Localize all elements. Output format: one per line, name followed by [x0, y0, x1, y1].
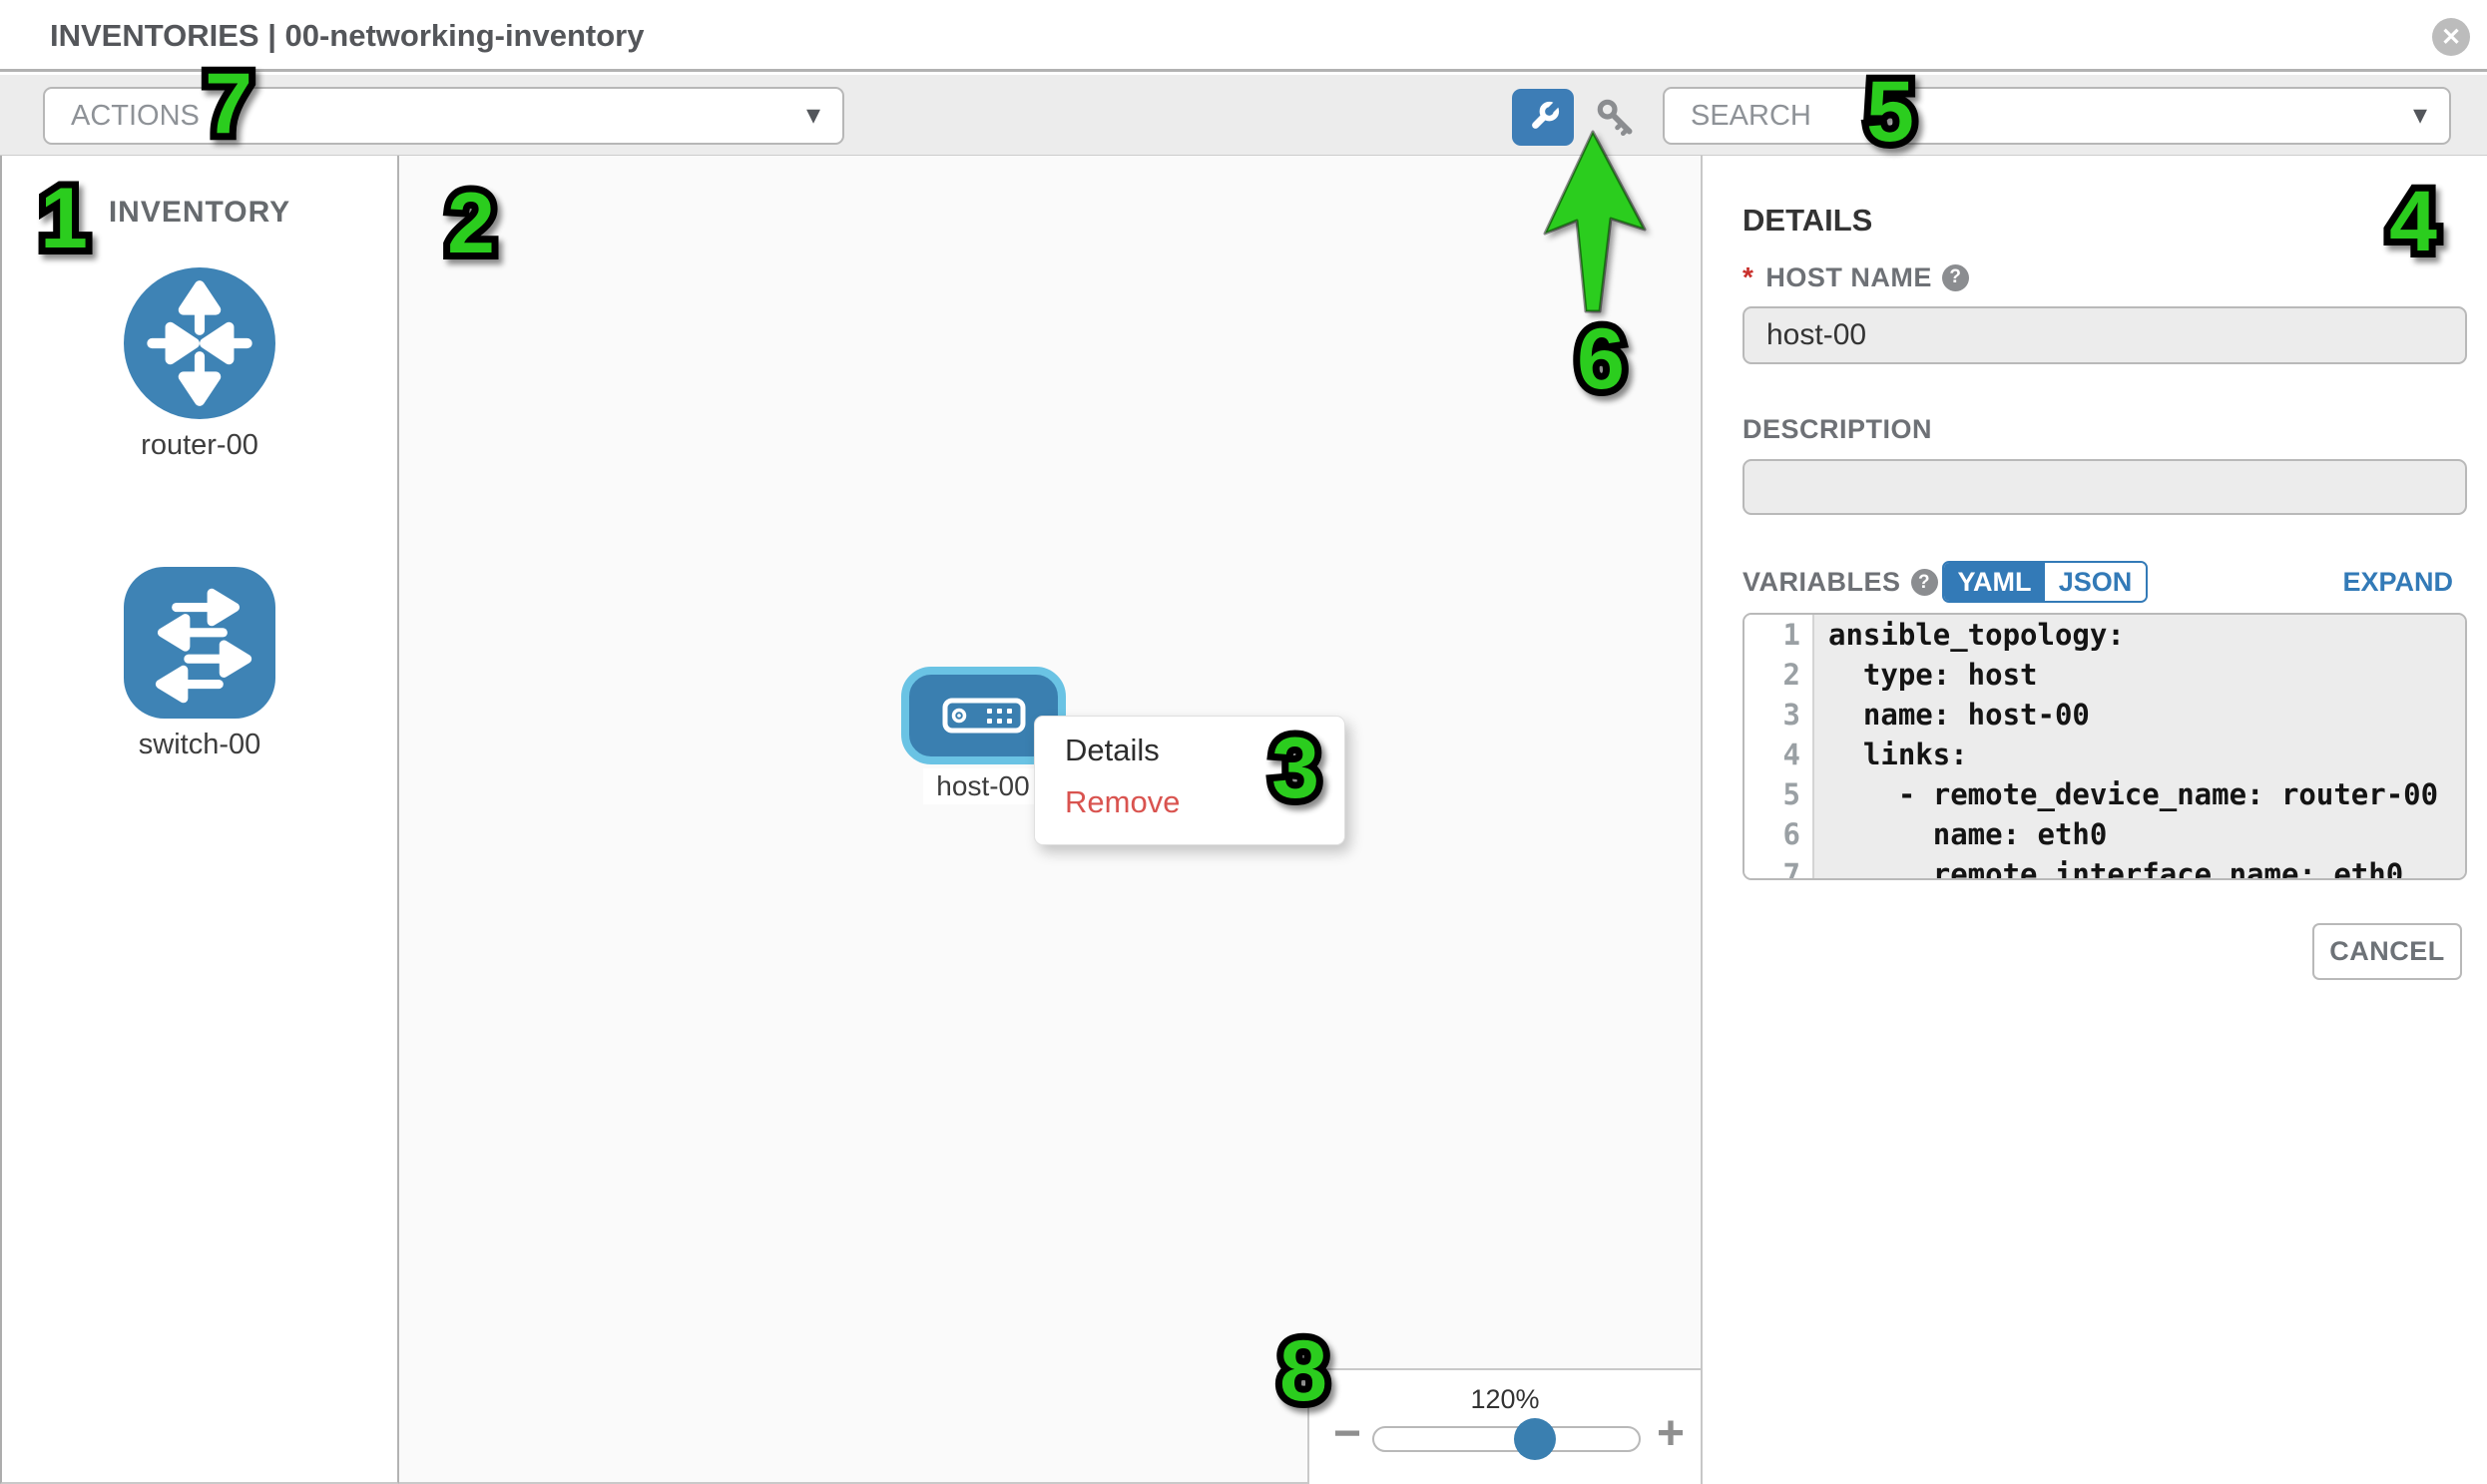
editor-line: 3 name: host-00: [1744, 695, 2465, 735]
line-code: remote_interface_name: eth0: [1814, 854, 2465, 880]
line-code: ansible_topology:: [1814, 615, 2465, 655]
inventory-item-label: router-00: [141, 429, 258, 462]
zoom-in-button[interactable]: +: [1657, 1410, 1685, 1458]
host-name-label: * HOST NAME ?: [1742, 261, 1969, 293]
page-title: INVENTORIES | 00-networking-inventory: [50, 18, 644, 54]
line-code: type: host: [1814, 655, 2465, 695]
inventory-item-switch[interactable]: switch-00: [2, 567, 397, 761]
inventory-item-label: switch-00: [139, 729, 261, 761]
zoom-control: 120% − +: [1307, 1368, 1701, 1484]
host-name-label-text: HOST NAME: [1765, 262, 1932, 293]
inventory-topology-page: INVENTORIES | 00-networking-inventory ✕ …: [0, 0, 2487, 1484]
toolbar: ACTIONS ▾ SEARCH: [0, 75, 2487, 156]
host-node-label: host-00: [923, 768, 1043, 804]
zoom-out-button[interactable]: −: [1333, 1410, 1361, 1458]
inventory-item-router[interactable]: router-00: [2, 267, 397, 462]
editor-line: 7 remote_interface_name: eth0: [1744, 854, 2465, 880]
variables-format-toggle: YAML JSON: [1942, 561, 2148, 603]
context-menu-item-details[interactable]: Details: [1035, 725, 1344, 776]
switch-icon: [124, 567, 275, 719]
chevron-down-icon: ▾: [806, 98, 820, 131]
tab-yaml[interactable]: YAML: [1944, 563, 2045, 601]
description-label: DESCRIPTION: [1742, 414, 1932, 445]
inventory-sidebar: INVENTORY router-00: [0, 156, 399, 1484]
actions-dropdown-label: ACTIONS: [71, 100, 200, 133]
editor-line: 4 links:: [1744, 735, 2465, 774]
router-icon: [124, 267, 275, 419]
key-button[interactable]: [1593, 95, 1639, 141]
line-number: 4: [1744, 735, 1814, 774]
editor-line: 6 name: eth0: [1744, 814, 2465, 854]
wrench-icon: [1523, 98, 1563, 138]
cancel-button[interactable]: CANCEL: [2312, 923, 2462, 980]
required-asterisk: *: [1742, 261, 1753, 293]
line-number: 3: [1744, 695, 1814, 735]
editor-line: 5 - remote_device_name: router-00: [1744, 774, 2465, 814]
context-menu-item-remove[interactable]: Remove: [1035, 776, 1344, 828]
search-dropdown-label: SEARCH: [1691, 100, 1811, 133]
editor-line: 1 ansible_topology:: [1744, 615, 2465, 655]
zoom-slider-thumb[interactable]: [1514, 1418, 1556, 1460]
variables-label-text: VARIABLES: [1742, 567, 1901, 598]
host-name-input[interactable]: [1742, 306, 2467, 364]
host-icon: [942, 698, 1026, 734]
inventory-title: INVENTORY: [2, 196, 397, 230]
variables-row: VARIABLES ? YAML JSON EXPAND: [1703, 561, 2487, 605]
search-dropdown[interactable]: SEARCH ▾: [1663, 87, 2451, 145]
configure-button[interactable]: [1512, 89, 1574, 146]
help-icon[interactable]: ?: [1942, 264, 1969, 291]
key-icon: [1593, 95, 1639, 141]
editor-line: 2 type: host: [1744, 655, 2465, 695]
tab-json[interactable]: JSON: [2045, 563, 2146, 601]
line-code: - remote_device_name: router-00: [1814, 774, 2465, 814]
zoom-level: 120%: [1309, 1384, 1701, 1415]
description-input[interactable]: [1742, 459, 2467, 515]
line-number: 6: [1744, 814, 1814, 854]
line-number: 1: [1744, 615, 1814, 655]
main-content: INVENTORY router-00: [0, 156, 2487, 1484]
line-code: name: eth0: [1814, 814, 2465, 854]
details-title: DETAILS: [1742, 203, 1872, 239]
line-number: 5: [1744, 774, 1814, 814]
variables-label: VARIABLES ?: [1742, 567, 1938, 598]
variables-editor[interactable]: 1 ansible_topology: 2 type: host 3 name:…: [1742, 613, 2467, 880]
help-icon[interactable]: ?: [1911, 569, 1938, 596]
context-menu: Details Remove: [1034, 716, 1345, 845]
close-icon[interactable]: ✕: [2432, 18, 2470, 56]
topology-canvas[interactable]: host-00 Details Remove 120% − +: [399, 156, 1703, 1484]
details-panel: DETAILS * HOST NAME ? DESCRIPTION VARIAB…: [1703, 156, 2487, 1484]
line-code: name: host-00: [1814, 695, 2465, 735]
expand-link[interactable]: EXPAND: [2342, 567, 2453, 598]
zoom-slider[interactable]: [1372, 1426, 1641, 1452]
chevron-down-icon: ▾: [2413, 98, 2427, 131]
page-header: INVENTORIES | 00-networking-inventory ✕: [0, 0, 2487, 72]
actions-dropdown[interactable]: ACTIONS ▾: [43, 87, 844, 145]
line-number: 2: [1744, 655, 1814, 695]
line-code: links:: [1814, 735, 2465, 774]
line-number: 7: [1744, 854, 1814, 880]
